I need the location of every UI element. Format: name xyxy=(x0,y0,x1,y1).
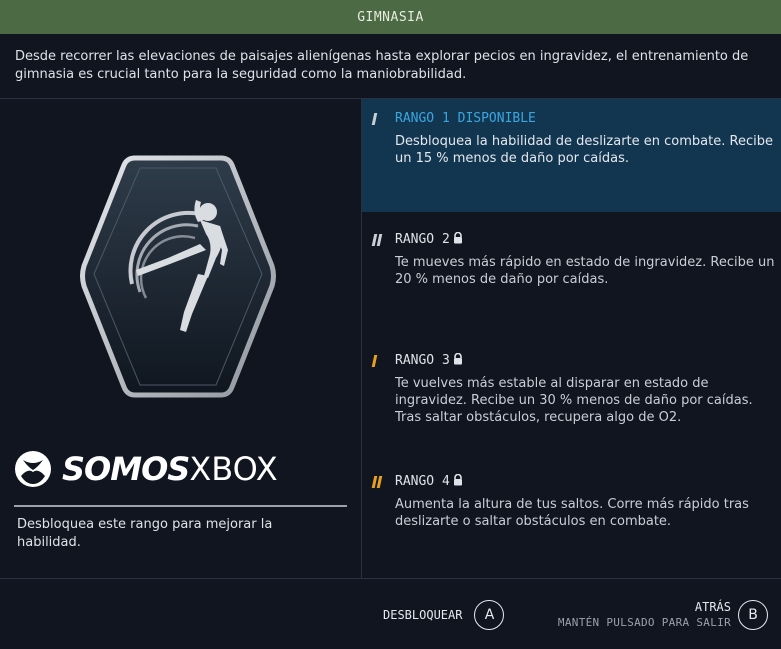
skill-intro: Desde recorrer las elevaciones de paisaj… xyxy=(15,49,749,82)
back-button[interactable]: ATRÁS MANTÉN PULSADO PARA SALIR xyxy=(527,600,731,629)
rank-title: RANGO 2 xyxy=(395,232,464,247)
gymnast-badge-icon xyxy=(80,155,276,398)
rank-description: Te vuelves más estable al disparar en es… xyxy=(395,376,753,425)
xbox-logo-icon xyxy=(15,451,51,487)
brand-logo: SOMOSXBOX xyxy=(14,450,278,488)
unlock-button[interactable]: DESBLOQUEAR A xyxy=(383,600,505,630)
header-bar: GIMNASIA xyxy=(0,0,781,34)
b-button-icon[interactable]: B xyxy=(738,600,768,630)
rank-title: RANGO 1 DISPONIBLE xyxy=(395,111,536,126)
rank-1-row[interactable]: RANGO 1 DISPONIBLE Desbloquea la habilid… xyxy=(362,99,781,212)
back-hint: MANTÉN PULSADO PARA SALIR xyxy=(557,616,731,629)
lock-icon xyxy=(453,474,462,486)
tier-bars-icon xyxy=(371,354,387,367)
tier-bars-icon xyxy=(371,112,387,125)
rank-2-row[interactable]: RANGO 2 Te mueves más rápido en estado d… xyxy=(362,220,781,333)
a-button-icon: A xyxy=(474,600,505,630)
lock-icon xyxy=(453,353,462,365)
tier-bars-icon xyxy=(371,233,387,246)
brand-logo-text: SOMOSXBOX xyxy=(62,450,278,488)
unlock-label: DESBLOQUEAR xyxy=(383,608,463,622)
skill-description: Desbloquea este rango para mejorar la ha… xyxy=(17,517,273,550)
rank-title: RANGO 4 xyxy=(395,474,464,489)
skill-panel: SOMOSXBOX Desbloquea este rango para mej… xyxy=(0,98,361,578)
rank-description: Te mueves más rápido en estado de ingrav… xyxy=(395,255,775,287)
page-title: GIMNASIA xyxy=(357,9,424,25)
rank-description: Desbloquea la habilidad de deslizarte en… xyxy=(395,134,773,166)
divider-bottom xyxy=(0,578,781,579)
logo-underline xyxy=(14,505,347,507)
lock-icon xyxy=(453,232,462,244)
rank-title: RANGO 3 xyxy=(395,353,464,368)
tier-bars-icon xyxy=(371,475,387,488)
rank-description: Aumenta la altura de tus saltos. Corre m… xyxy=(395,497,749,529)
rank-3-row[interactable]: RANGO 3 Te vuelves más estable al dispar… xyxy=(362,341,781,454)
back-label: ATRÁS xyxy=(694,600,731,614)
rank-4-row[interactable]: RANGO 4 Aumenta la altura de tus saltos.… xyxy=(362,462,781,575)
